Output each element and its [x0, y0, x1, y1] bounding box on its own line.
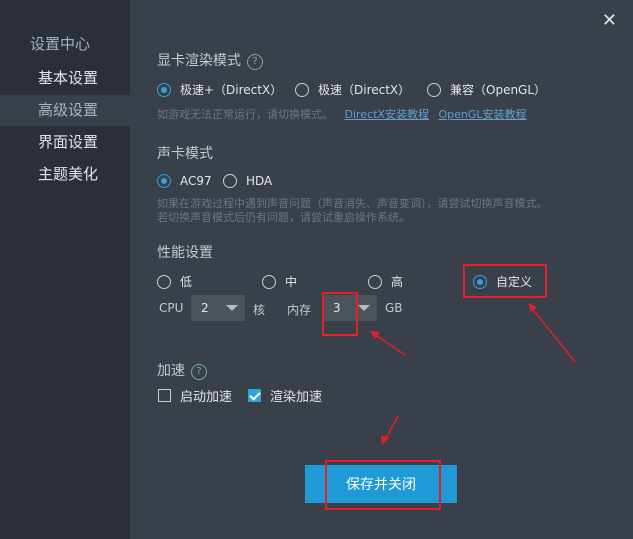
annotation-arrows	[370, 303, 576, 445]
annotation-arrow-save	[384, 415, 399, 441]
annotation-arrow-custom	[530, 306, 576, 363]
settings-window: 设置中心 基本设置 高级设置 界面设置 主题美化 ✕ 显卡渲染模式? 极速+（D…	[0, 0, 633, 539]
annotation-arrow-memory	[373, 333, 406, 356]
